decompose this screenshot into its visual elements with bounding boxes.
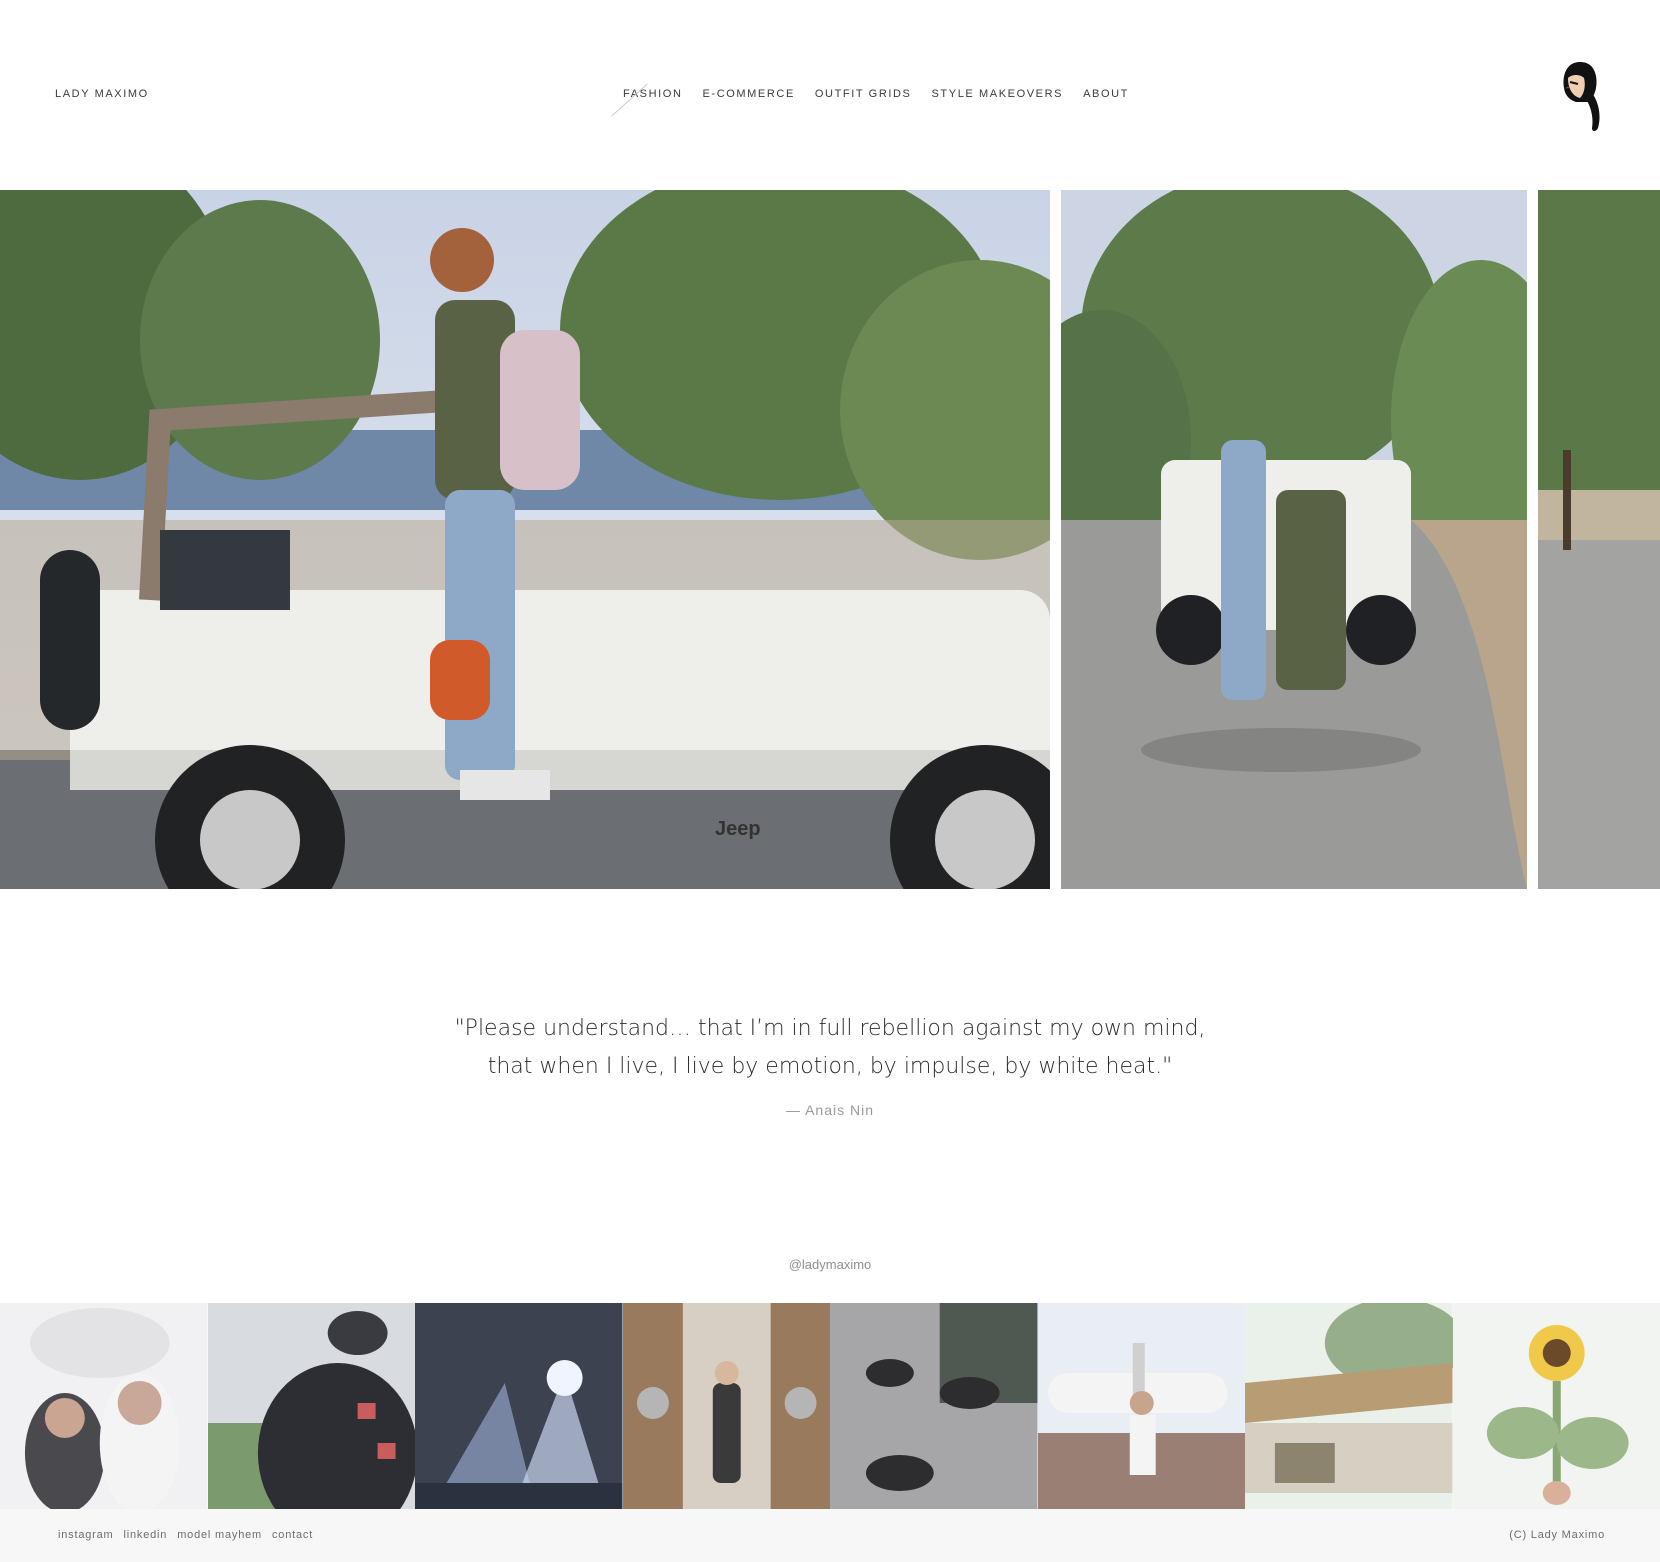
svg-text:Jeep: Jeep — [715, 818, 761, 840]
instagram-tile-sunflower[interactable] — [1452, 1303, 1660, 1509]
instagram-tile-concert[interactable] — [415, 1303, 623, 1509]
quote-block: "Please understand… that I’m in full reb… — [0, 1010, 1660, 1086]
gallery-slide-jeep[interactable]: Jeep — [0, 190, 1050, 889]
instagram-tile-mosque-selfie[interactable] — [0, 1303, 208, 1509]
instagram-tile-laundromat[interactable] — [622, 1303, 830, 1509]
footer-link-model-mayhem[interactable]: model mayhem — [177, 1529, 262, 1541]
gallery-slide-road[interactable] — [1538, 190, 1660, 889]
quote-line-2: that when I live, I live by emotion, by … — [487, 1054, 1173, 1079]
instagram-feed — [0, 1303, 1660, 1509]
nav-item-style-makeovers[interactable]: STYLE MAKEOVERS — [932, 88, 1064, 100]
instagram-tile-sneakers[interactable] — [830, 1303, 1038, 1509]
photo-gallery[interactable]: Jeep — [0, 190, 1660, 889]
quote-author: — Anais Nin — [785, 1102, 875, 1118]
copyright-text: (C) Lady Maximo — [1509, 1529, 1605, 1541]
footer-link-linkedin[interactable]: linkedin — [124, 1529, 168, 1541]
quote-line-1: "Please understand… that I’m in full reb… — [454, 1016, 1206, 1041]
instagram-tile-leather-jacket[interactable] — [207, 1303, 415, 1509]
instagram-tile-airplane[interactable] — [1037, 1303, 1245, 1509]
main-nav: FASHION E-COMMERCE OUTFIT GRIDS STYLE MA… — [623, 88, 1149, 100]
gallery-slide-couple[interactable] — [1061, 190, 1527, 889]
instagram-tile-palm-hut[interactable] — [1245, 1303, 1453, 1509]
nav-item-ecommerce[interactable]: E-COMMERCE — [703, 88, 795, 100]
instagram-handle[interactable]: @ladymaximo — [0, 1257, 1660, 1272]
nav-item-fashion[interactable]: FASHION — [623, 88, 683, 100]
site-footer: instagram linkedin model mayhem contact … — [0, 1509, 1660, 1562]
site-title[interactable]: LADY MAXIMO — [55, 88, 149, 100]
footer-links: instagram linkedin model mayhem contact — [58, 1529, 323, 1541]
footer-link-contact[interactable]: contact — [272, 1529, 313, 1541]
footer-link-instagram[interactable]: instagram — [58, 1529, 114, 1541]
nav-item-outfit-grids[interactable]: OUTFIT GRIDS — [815, 88, 912, 100]
girl-avatar-icon[interactable] — [1558, 58, 1608, 134]
nav-item-about[interactable]: ABOUT — [1083, 88, 1129, 100]
